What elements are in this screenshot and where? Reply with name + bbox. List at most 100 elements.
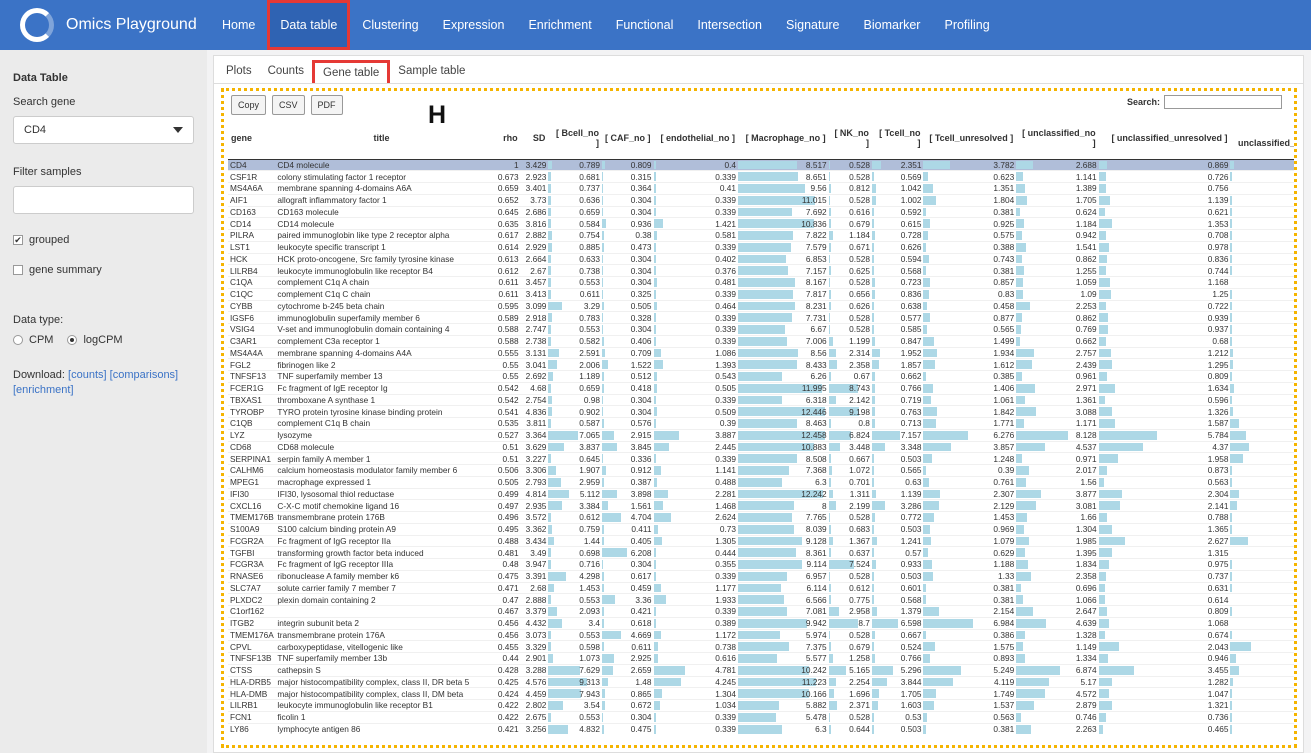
logcpm-radio[interactable] bbox=[67, 335, 78, 345]
table-row[interactable]: LYZ lysozyme 0.527 3.364 7.065 2.915 3.887 12.4… bbox=[228, 428, 1294, 441]
table-row[interactable]: CTSS cathepsin S 0.428 3.288 7.629 2.659 4.781… bbox=[228, 663, 1294, 676]
table-row[interactable]: CD163 CD163 molecule 0.645 2.686 0.659 0.304 0… bbox=[228, 205, 1294, 218]
value-bar bbox=[602, 560, 604, 569]
table-row[interactable]: S100A9 S100 calcium binding protein A9 0.4… bbox=[228, 522, 1294, 535]
table-row[interactable]: VSIG4 V-set and immunoglobulin domain con… bbox=[228, 323, 1294, 336]
table-row[interactable]: CSF1R colony stimulating factor 1 recepto… bbox=[228, 170, 1294, 183]
table-row[interactable]: FCGR2A Fc fragment of IgG receptor IIa 0.4… bbox=[228, 534, 1294, 547]
table-row[interactable]: TMEM176A transmembrane protein 176A 0.456 3… bbox=[228, 628, 1294, 641]
column-header[interactable]: [ unclassified_no ] bbox=[1016, 117, 1099, 160]
cell-value: 0.598 bbox=[579, 641, 600, 652]
csv-button[interactable]: CSV bbox=[272, 95, 305, 115]
table-row[interactable]: TMEM176B transmembrane protein 176B 0.496 3… bbox=[228, 511, 1294, 524]
table-row[interactable]: LST1 leukocyte specific transcript 1 0.614… bbox=[228, 240, 1294, 253]
value-bar bbox=[871, 231, 875, 240]
grouped-checkbox[interactable]: ✔ grouped bbox=[13, 234, 194, 246]
table-row[interactable]: TGFBI transforming growth factor beta ind… bbox=[228, 546, 1294, 559]
cell-value: 0.339 bbox=[715, 242, 736, 253]
nav-item-enrichment[interactable]: Enrichment bbox=[516, 0, 603, 50]
table-row[interactable]: C3AR1 complement C3a receptor 1 0.588 2.738… bbox=[228, 334, 1294, 347]
pdf-button[interactable]: PDF bbox=[310, 95, 343, 115]
column-header[interactable]: [ unclassified_yes bbox=[1230, 117, 1294, 160]
table-row[interactable]: ITGB2 integrin subunit beta 2 0.456 4.432 3.… bbox=[228, 616, 1294, 629]
table-row[interactable]: LY86 lymphocyte antigen 86 0.421 3.256 4.832… bbox=[228, 722, 1294, 735]
table-row[interactable]: C1QB complement C1q B chain 0.535 3.811 0.58… bbox=[228, 417, 1294, 430]
column-header[interactable]: [ Tcell_no ] bbox=[871, 117, 924, 160]
nav-item-expression[interactable]: Expression bbox=[431, 0, 517, 50]
table-row[interactable]: CD4 CD4 molecule 1 3.429 0.789 0.809 0.4 8.517 0… bbox=[228, 158, 1294, 171]
tab-counts[interactable]: Counts bbox=[260, 59, 312, 83]
table-row[interactable]: IFI30 IFI30, lysosomal thiol reductase 0.4… bbox=[228, 487, 1294, 500]
column-header[interactable]: title bbox=[275, 117, 488, 160]
column-header[interactable]: [ unclassified_unresolved ] bbox=[1098, 117, 1231, 160]
search-input[interactable] bbox=[1164, 95, 1282, 109]
table-row[interactable]: TBXAS1 thromboxane A synthase 1 0.542 2.754… bbox=[228, 393, 1294, 406]
gene-summary-checkbox[interactable]: gene summary bbox=[13, 264, 194, 276]
table-row[interactable]: CD14 CD14 molecule 0.635 3.816 0.584 0.936 1.4… bbox=[228, 217, 1294, 230]
column-header[interactable]: gene bbox=[228, 117, 276, 160]
table-row[interactable]: CPVL carboxypeptidase, vitellogenic like 0… bbox=[228, 640, 1294, 653]
table-row[interactable]: FCGR3A Fc fragment of IgG receptor IIIa 0.… bbox=[228, 558, 1294, 571]
column-header[interactable]: [ Bcell_no ] bbox=[548, 117, 602, 160]
download-comparisons-link[interactable]: [comparisons] bbox=[110, 369, 178, 381]
tab-gene-table[interactable]: Gene table bbox=[312, 60, 391, 83]
table-row[interactable]: CXCL16 C-X-C motif chemokine ligand 16 0.4… bbox=[228, 499, 1294, 512]
table-row[interactable]: MPEG1 macrophage expressed 1 0.505 2.793 2.9… bbox=[228, 475, 1294, 488]
table-row[interactable]: RNASE6 ribonuclease A family member k6 0.4… bbox=[228, 569, 1294, 582]
table-row[interactable]: TYROBP TYRO protein tyrosine kinase bindi… bbox=[228, 405, 1294, 418]
nav-item-home[interactable]: Home bbox=[210, 0, 267, 50]
column-header[interactable]: [ Tcell_unresolved ] bbox=[923, 117, 1017, 160]
nav-item-functional[interactable]: Functional bbox=[604, 0, 686, 50]
nav-item-biomarker[interactable]: Biomarker bbox=[852, 0, 933, 50]
column-header[interactable]: [ Macrophage_no ] bbox=[738, 117, 829, 160]
table-row[interactable]: HCK HCK proto-oncogene, Src family tyrosi… bbox=[228, 252, 1294, 265]
table-row[interactable]: HLA-DRB5 major histocompatibility complex… bbox=[228, 675, 1294, 688]
download-enrichment-link[interactable]: [enrichment] bbox=[13, 384, 74, 396]
table-row[interactable]: FCN1 ficolin 1 0.422 2.675 0.553 0.304 0.339 5.… bbox=[228, 710, 1294, 723]
table-row[interactable]: FCER1G Fc fragment of IgE receptor Ig 0.54… bbox=[228, 381, 1294, 394]
table-row[interactable]: C1QC complement C1q C chain 0.611 3.413 0.61… bbox=[228, 287, 1294, 300]
table-row[interactable]: CALHM6 calcium homeostasis modulator fami… bbox=[228, 464, 1294, 477]
copy-button[interactable]: Copy bbox=[231, 95, 267, 115]
table-row[interactable]: PLXDC2 plexin domain containing 2 0.47 2.88… bbox=[228, 593, 1294, 606]
download-counts-link[interactable]: [counts] bbox=[68, 369, 107, 381]
table-row[interactable]: C1orf162 0.467 3.379 2.093 0.421 0.339 7.081 2.… bbox=[228, 605, 1294, 618]
table-row[interactable]: HLA-DMB major histocompatibility complex,… bbox=[228, 687, 1294, 700]
brand[interactable]: Omics Playground bbox=[0, 0, 210, 50]
cell-value: 0.565 bbox=[900, 465, 922, 476]
nav-item-clustering[interactable]: Clustering bbox=[350, 0, 430, 50]
table-row[interactable]: MS4A4A membrane spanning 4-domains A4A 0.5… bbox=[228, 346, 1294, 359]
table-row[interactable]: C1QA complement C1q A chain 0.611 3.457 0.55… bbox=[228, 276, 1294, 289]
cpm-radio[interactable] bbox=[13, 335, 23, 345]
search-gene-select[interactable]: CD4 bbox=[13, 116, 194, 144]
value-bar bbox=[548, 536, 555, 546]
table-row[interactable]: CYBB cytochrome b-245 beta chain 0.595 3.09… bbox=[228, 299, 1294, 312]
table-row[interactable]: IGSF6 immunoglobulin superfamily member 6… bbox=[228, 311, 1294, 324]
column-header[interactable]: [ CAF_no ] bbox=[602, 117, 654, 160]
table-row[interactable]: PILRA paired immunoglobin like type 2 rec… bbox=[228, 229, 1294, 242]
cell-value: 1.073 bbox=[579, 653, 600, 664]
nav-item-signature[interactable]: Signature bbox=[774, 0, 852, 50]
table-cell: 0.553 bbox=[548, 323, 602, 336]
table-row[interactable]: FGL2 fibrinogen like 2 0.55 3.041 2.006 1.522… bbox=[228, 358, 1294, 371]
nav-item-intersection[interactable]: Intersection bbox=[685, 0, 774, 50]
value-bar bbox=[1230, 372, 1233, 381]
table-row[interactable]: SERPINA1 serpin family A member 1 0.51 3.22… bbox=[228, 452, 1294, 465]
table-row[interactable]: TNFSF13B TNF superfamily member 13b 0.44 2.… bbox=[228, 652, 1294, 665]
filter-samples-input[interactable] bbox=[13, 186, 194, 214]
column-header[interactable]: rho bbox=[487, 117, 521, 160]
tab-sample-table[interactable]: Sample table bbox=[390, 59, 473, 83]
table-row[interactable]: AIF1 allograft inflammatory factor 1 0.652… bbox=[228, 193, 1294, 206]
table-row[interactable]: SLC7A7 solute carrier family 7 member 7 0.… bbox=[228, 581, 1294, 594]
column-header[interactable]: [ NK_no ] bbox=[828, 117, 872, 160]
tab-plots[interactable]: Plots bbox=[218, 59, 260, 83]
table-row[interactable]: LILRB4 leukocyte immunoglobulin like rece… bbox=[228, 264, 1294, 277]
nav-item-data-table[interactable]: Data table bbox=[267, 0, 351, 50]
table-row[interactable]: LILRB1 leukocyte immunoglobulin like rece… bbox=[228, 699, 1294, 712]
column-header[interactable]: [ endothelial_no ] bbox=[653, 117, 738, 160]
table-row[interactable]: CD68 CD68 molecule 0.51 3.629 3.837 3.845 2.44… bbox=[228, 440, 1294, 453]
table-row[interactable]: MS4A6A membrane spanning 4-domains A6A 0.6… bbox=[228, 182, 1294, 195]
table-row[interactable]: TNFSF13 TNF superfamily member 13 0.55 2.69… bbox=[228, 370, 1294, 383]
nav-item-profiling[interactable]: Profiling bbox=[932, 0, 1001, 50]
column-header[interactable]: SD bbox=[520, 117, 549, 160]
